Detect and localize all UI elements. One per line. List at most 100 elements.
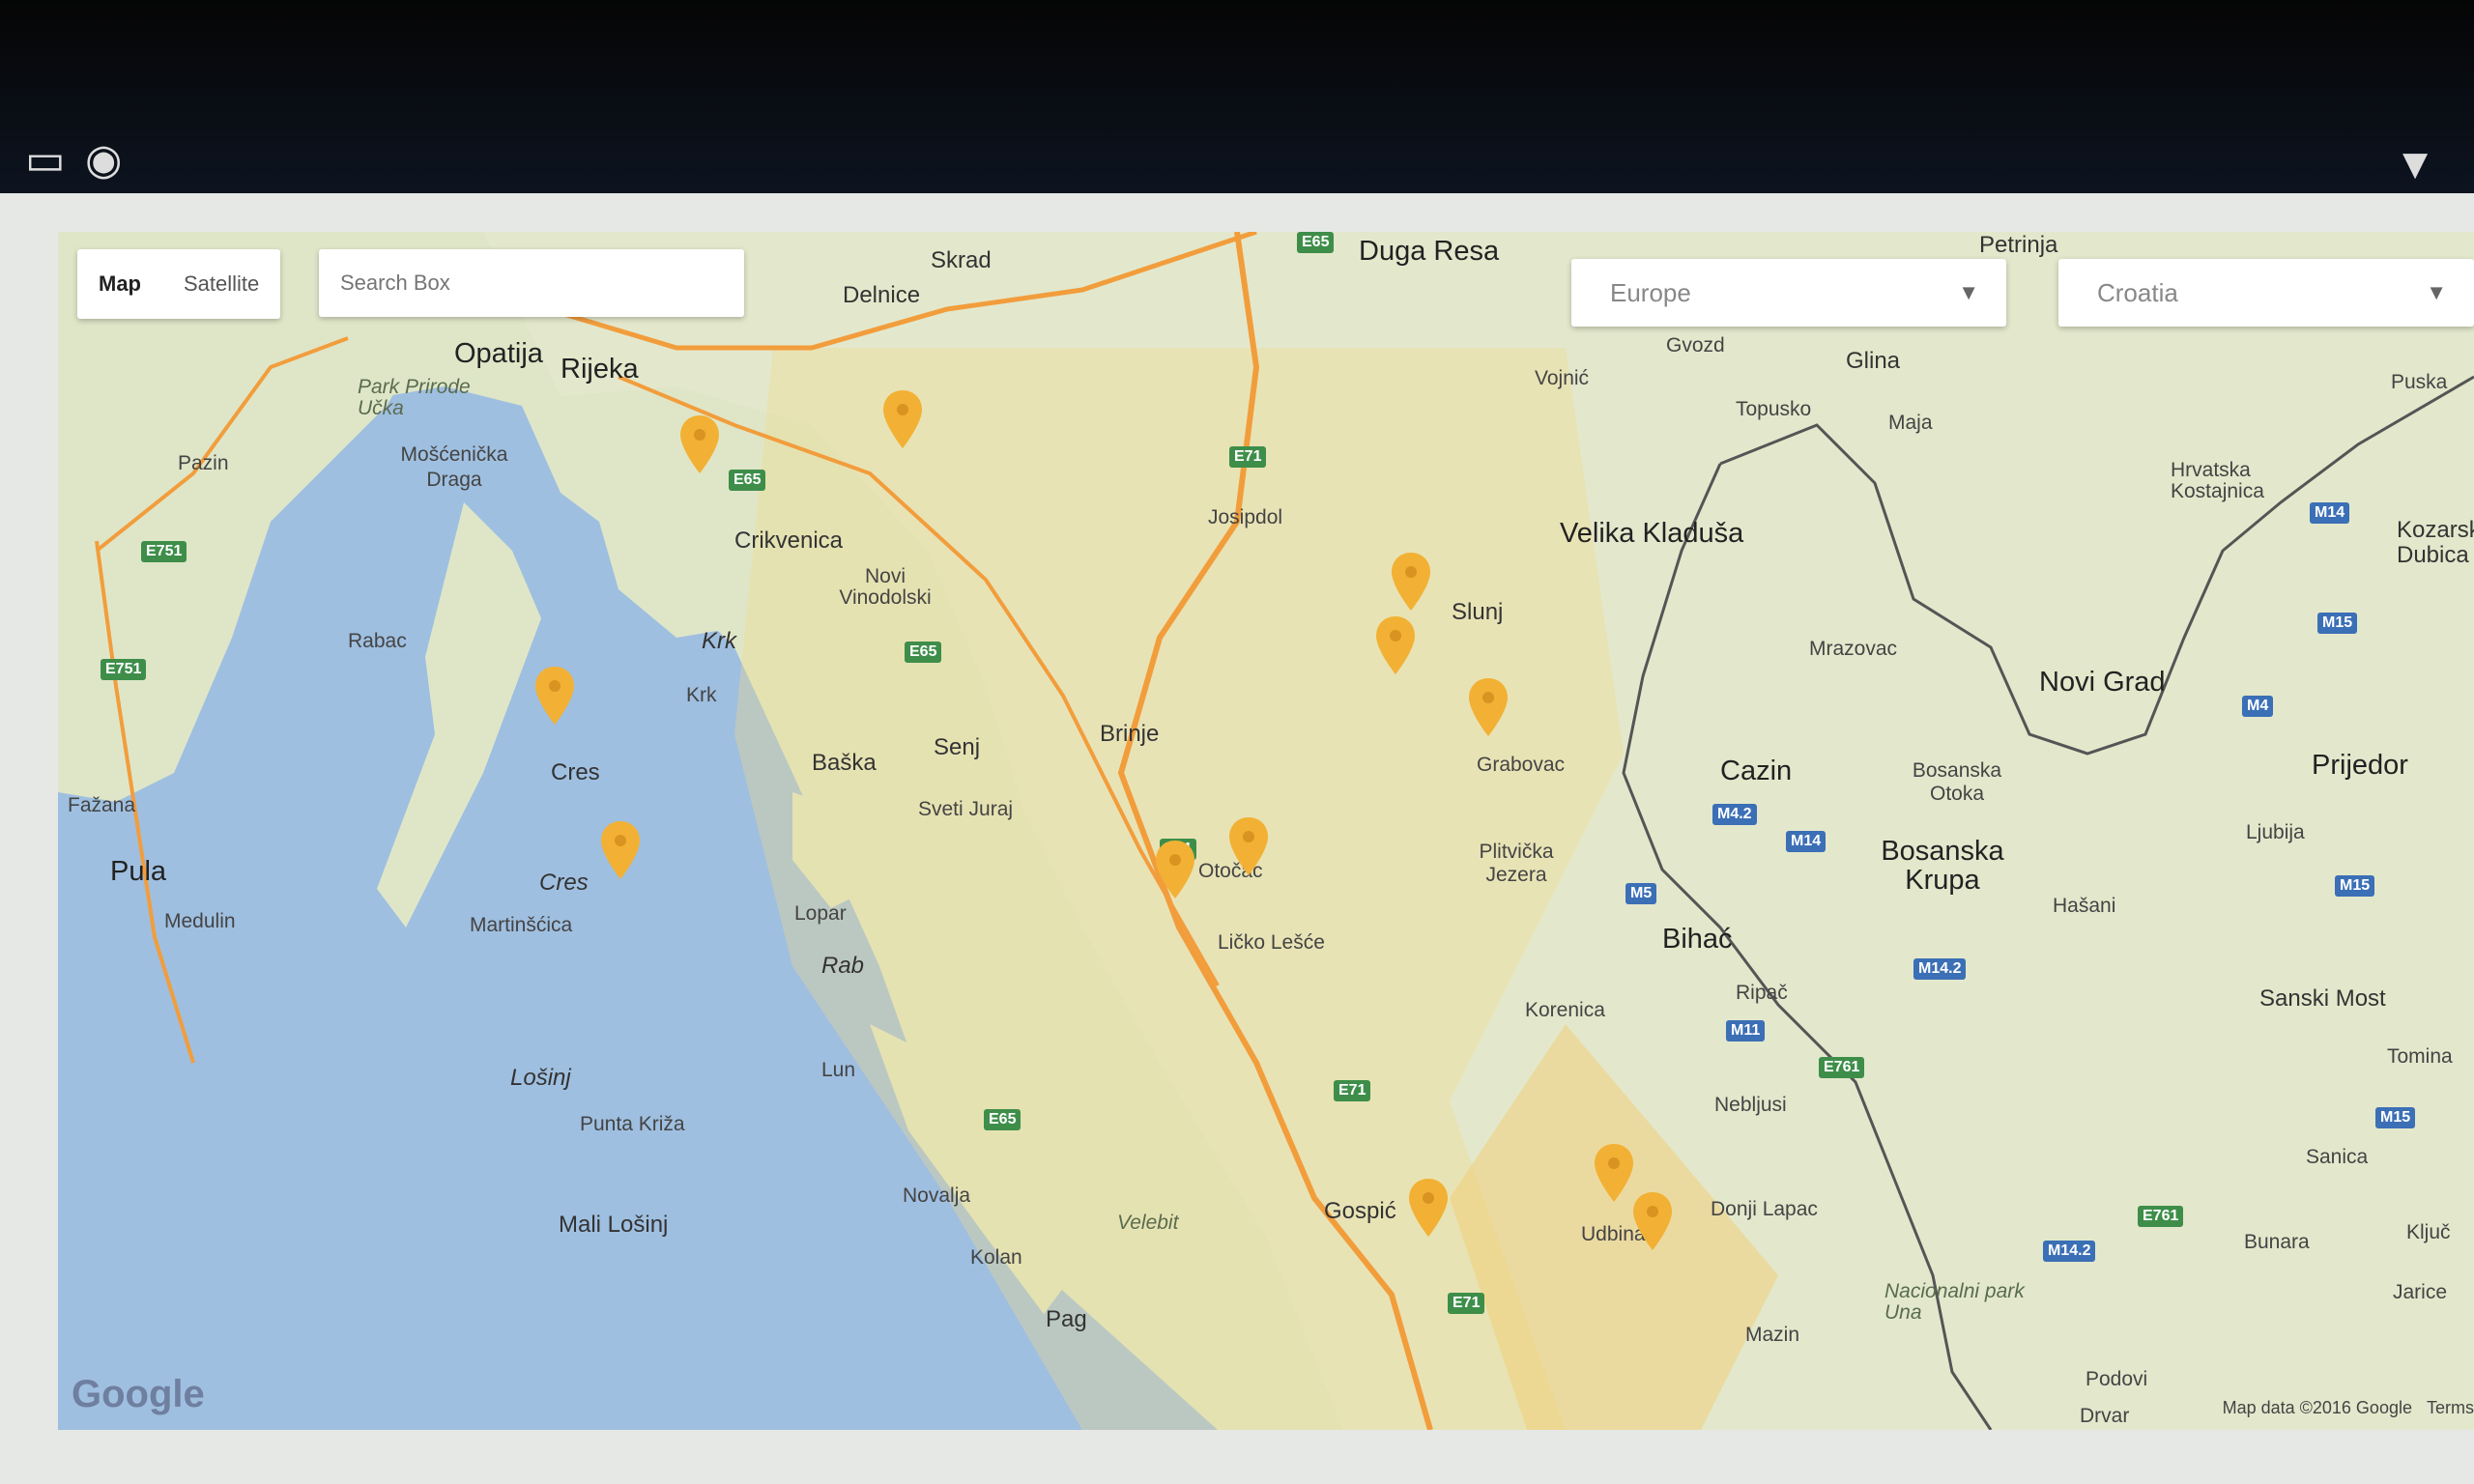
map-data-credit: Map data ©2016 Google <box>2222 1398 2412 1417</box>
place-label: Drvar <box>2080 1405 2130 1427</box>
road-shield: E761 <box>2138 1206 2184 1227</box>
place-label: Gvozd <box>1666 334 1725 357</box>
place-label: Gospić <box>1324 1198 1396 1224</box>
location-marker-icon[interactable] <box>1465 676 1511 738</box>
place-label: Bunara <box>2244 1231 2310 1253</box>
road-shield: E65 <box>729 470 766 491</box>
place-label: Cazin <box>1720 756 1793 786</box>
place-label: Ličko Lešće <box>1218 931 1325 954</box>
place-label: Sanski Most <box>2259 985 2386 1012</box>
location-marker-icon[interactable] <box>676 414 723 475</box>
place-label: Topusko <box>1736 398 1812 420</box>
place-label: Maja <box>1888 412 1933 434</box>
terms-link[interactable]: Terms <box>2427 1398 2474 1417</box>
road-shield: E65 <box>905 642 942 663</box>
road-shield: E71 <box>1448 1293 1485 1314</box>
location-marker-icon[interactable] <box>532 665 578 727</box>
road-shield: M14.2 <box>2043 1241 2096 1262</box>
location-marker-icon[interactable] <box>1388 551 1434 613</box>
road-shield: E71 <box>1229 446 1267 468</box>
road-shield: M4.2 <box>1712 804 1757 825</box>
location-marker-icon[interactable] <box>1372 614 1419 676</box>
country-select[interactable]: Croatia ▼ <box>2058 259 2474 327</box>
place-label: Mali Lošinj <box>559 1212 669 1238</box>
road-shield: E65 <box>984 1109 1021 1130</box>
place-label: Rab <box>821 953 865 979</box>
road-shield: M11 <box>1726 1020 1766 1042</box>
place-label: Tomina <box>2387 1045 2453 1068</box>
map-type-satellite-button[interactable]: Satellite <box>162 249 280 319</box>
place-label: Velebit <box>1117 1212 1179 1234</box>
place-label: Podovi <box>2086 1368 2148 1390</box>
map-type-map-button[interactable]: Map <box>77 249 162 319</box>
chevron-down-icon: ▼ <box>1958 280 1979 304</box>
location-marker-icon[interactable] <box>1225 815 1272 877</box>
region-select[interactable]: Europe ▼ <box>1571 259 2006 327</box>
road-shield: M4 <box>2242 696 2274 717</box>
place-label: Kolan <box>970 1246 1022 1269</box>
torrent-app-icon[interactable]: ◉ <box>85 135 122 185</box>
place-label: Donji Lapac <box>1711 1198 1818 1220</box>
place-label: Jarice <box>2393 1281 2448 1303</box>
place-label: Mazin <box>1745 1324 1800 1346</box>
place-label: Korenica <box>1525 999 1605 1021</box>
place-label: Nacionalni park Una <box>1884 1280 2025 1324</box>
wifi-icon: ▼ <box>2402 145 2429 184</box>
place-label: Plitvička Jezera <box>1479 841 1554 886</box>
place-label: Lopar <box>794 902 847 925</box>
road-shield: M14 <box>1786 831 1827 852</box>
road-shield: M14.2 <box>1913 958 1967 980</box>
place-label: Punta Križa <box>580 1113 685 1135</box>
place-label: Crikvenica <box>734 528 844 554</box>
place-label: Skrad <box>931 247 992 273</box>
place-label: Martinšćica <box>470 914 573 936</box>
place-label: Bihać <box>1662 924 1733 955</box>
region-select-value: Europe <box>1610 278 1691 307</box>
place-label: Puska <box>2391 371 2448 393</box>
place-label: Krk <box>686 684 717 706</box>
road-shield: E751 <box>141 541 187 562</box>
place-label: Duga Resa <box>1359 236 1500 267</box>
place-label: Medulin <box>164 910 236 932</box>
place-label: Mošćenička Draga <box>400 443 508 491</box>
road-shield: M14 <box>2310 502 2350 524</box>
location-marker-icon[interactable] <box>597 819 644 881</box>
road-shield: M5 <box>1625 883 1657 904</box>
place-label: Ključ <box>2406 1221 2451 1243</box>
place-label: Novi Vinodolski <box>839 565 932 609</box>
place-label: Sveti Juraj <box>918 798 1014 820</box>
google-logo: Google <box>72 1373 205 1415</box>
place-label: Cres <box>551 759 600 785</box>
place-label: Opatija <box>454 338 543 369</box>
place-label: Rabac <box>348 630 407 652</box>
location-marker-icon[interactable] <box>1405 1177 1452 1239</box>
place-label: Rijeka <box>561 354 639 385</box>
cast-icon[interactable]: ▭ <box>25 135 66 185</box>
road-shield: E71 <box>1334 1080 1371 1101</box>
place-label: Velika Kladuša <box>1560 518 1744 549</box>
location-marker-icon[interactable] <box>1629 1190 1676 1252</box>
browser-viewport: Map Satellite Europe ▼ Croatia ▼ Skrad D… <box>0 193 2474 1484</box>
place-label: Brinje <box>1100 721 1160 747</box>
country-select-value: Croatia <box>2097 278 2178 307</box>
place-label: Novi Grad <box>2039 667 2166 698</box>
map-type-control: Map Satellite <box>77 249 281 319</box>
place-label: Mrazovac <box>1809 638 1898 660</box>
location-marker-icon[interactable] <box>879 388 926 450</box>
place-label: Vojnić <box>1535 367 1590 389</box>
google-map[interactable]: Map Satellite Europe ▼ Croatia ▼ Skrad D… <box>58 232 2474 1430</box>
place-label: Krk <box>702 628 736 654</box>
place-label: Grabovac <box>1477 754 1566 776</box>
place-label: Sanica <box>2306 1146 2369 1168</box>
place-label: Lošinj <box>510 1065 571 1091</box>
road-shield: M15 <box>2375 1107 2416 1128</box>
place-label: Delnice <box>843 282 921 308</box>
location-marker-icon[interactable] <box>1152 839 1198 900</box>
search-input[interactable] <box>319 249 744 317</box>
place-label: Slunj <box>1452 599 1504 625</box>
place-label: Pag <box>1046 1306 1087 1332</box>
place-label: Bosanska Otoka <box>1912 759 2002 805</box>
place-label: Bosanska Krupa <box>1881 836 2004 896</box>
road-shield: M15 <box>2335 875 2375 897</box>
place-label: Prijedor <box>2312 750 2408 781</box>
